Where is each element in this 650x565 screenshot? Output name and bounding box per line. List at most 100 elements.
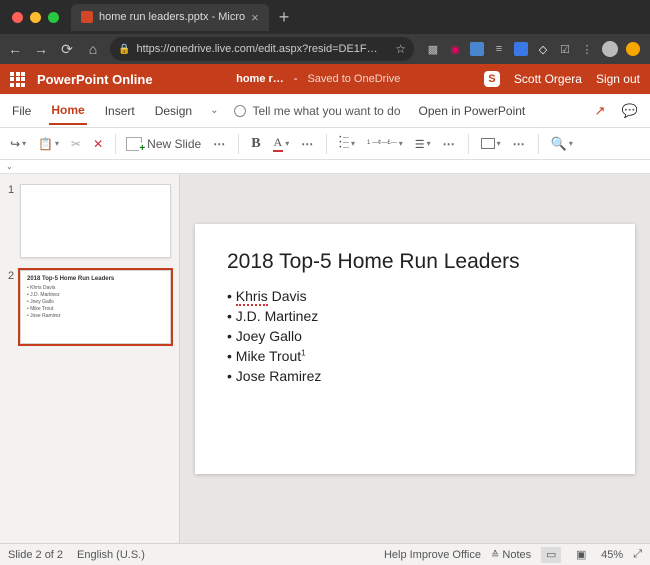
forward-icon[interactable]: → <box>32 41 50 57</box>
browser-tab[interactable]: home run leaders.pptx - Micro × <box>71 4 269 31</box>
browser-address-bar: ← → ⟳ ⌂ 🔒 https://onedrive.live.com/edit… <box>0 34 650 64</box>
separator <box>538 134 539 154</box>
ribbon-tabs: File Home Insert Design ⌄ Tell me what y… <box>0 94 650 128</box>
ext-icon[interactable]: ☑ <box>558 42 572 56</box>
sign-out-link[interactable]: Sign out <box>596 72 640 86</box>
share-icon[interactable]: ↗ <box>590 101 610 121</box>
ext-icon[interactable] <box>514 42 528 56</box>
editor-area: 1 2 2018 Top-5 Home Run Leaders • Khris … <box>0 174 650 543</box>
new-slide-icon <box>126 137 142 151</box>
powerpoint-favicon <box>81 11 93 23</box>
separator <box>326 134 327 154</box>
ext-icon[interactable]: ▩ <box>426 42 440 56</box>
extension-icons: ▩ ◉ ≡ ◇ ☑ ⋮ <box>422 41 644 57</box>
new-slide-button[interactable]: New Slide <box>126 137 201 151</box>
new-tab-button[interactable]: + <box>269 7 300 28</box>
align-button[interactable]: ▾ <box>413 135 433 153</box>
slide-thumb-2[interactable]: 2018 Top-5 Home Run Leaders • Khris Davi… <box>20 270 171 344</box>
slide-title[interactable]: 2018 Top-5 Home Run Leaders <box>227 250 603 274</box>
browser-tab-bar: home run leaders.pptx - Micro × + <box>0 0 650 34</box>
url-field[interactable]: 🔒 https://onedrive.live.com/edit.aspx?re… <box>110 37 414 61</box>
more-drawing-options[interactable]: ⋯ <box>511 135 528 153</box>
zoom-level[interactable]: 45% <box>601 549 623 561</box>
ext-icon[interactable] <box>470 42 484 56</box>
home-icon[interactable]: ⌂ <box>84 41 102 57</box>
back-icon[interactable]: ← <box>6 41 24 57</box>
window-controls[interactable] <box>4 12 67 23</box>
bullets-icon <box>339 136 349 151</box>
ext-icon[interactable]: ◇ <box>536 42 550 56</box>
skype-icon[interactable]: S <box>484 71 500 87</box>
thumb-number: 1 <box>8 184 16 258</box>
normal-view-button[interactable]: ▭ <box>541 547 561 563</box>
numbering-button[interactable]: ▾ <box>365 137 405 150</box>
url-text: https://onedrive.live.com/edit.aspx?resi… <box>136 43 389 55</box>
reload-icon[interactable]: ⟳ <box>58 41 76 58</box>
list-item[interactable]: Khris Davis <box>227 288 603 304</box>
user-name[interactable]: Scott Orgera <box>514 72 582 86</box>
tab-design[interactable]: Design <box>153 98 194 124</box>
bullets-button[interactable]: ▾ <box>337 134 357 153</box>
more-paragraph-options[interactable]: ⋯ <box>441 135 458 153</box>
profile-dot[interactable] <box>626 42 640 56</box>
close-tab-icon[interactable]: × <box>251 10 259 25</box>
list-item[interactable]: Mike Trout1 <box>227 348 603 364</box>
align-icon <box>415 137 425 151</box>
thumb-line: • Joey Gallo <box>27 299 164 306</box>
tab-home[interactable]: Home <box>49 97 86 125</box>
font-color-button[interactable]: A▾ <box>271 133 292 154</box>
lock-icon: 🔒 <box>118 44 130 55</box>
document-name[interactable]: home r… <box>236 73 284 85</box>
bold-button[interactable]: B <box>249 134 262 154</box>
more-tabs-chevron-icon[interactable]: ⌄ <box>210 105 218 116</box>
paste-button[interactable]: 📋▾ <box>36 135 61 153</box>
app-launcher-icon[interactable] <box>10 72 25 87</box>
delete-button[interactable]: ✕ <box>91 135 105 153</box>
shape-icon <box>481 138 495 149</box>
ext-icon[interactable]: ≡ <box>492 42 506 56</box>
slide-counter[interactable]: Slide 2 of 2 <box>8 549 63 561</box>
list-item[interactable]: Joey Gallo <box>227 328 603 344</box>
notes-toggle[interactable]: ≙ Notes <box>491 549 531 561</box>
slideshow-view-button[interactable]: ▣ <box>571 547 591 563</box>
sub-strip: ⌄ <box>0 160 650 174</box>
open-in-app-link[interactable]: Open in PowerPoint <box>417 98 528 124</box>
lightbulb-icon <box>234 105 246 117</box>
find-button[interactable]: 🔍▾ <box>549 134 575 154</box>
numbering-icon <box>367 141 397 146</box>
ribbon: ↩▾ 📋▾ ✂ ✕ New Slide ⋯ B A▾ ⋯ ▾ ▾ ▾ ⋯ ▾ ⋯… <box>0 128 650 160</box>
language-status[interactable]: English (U.S.) <box>77 549 145 561</box>
thumb-number: 2 <box>8 270 16 344</box>
undo-button[interactable]: ↩▾ <box>8 135 28 153</box>
fit-button[interactable]: ⤢ <box>633 548 642 561</box>
tab-file[interactable]: File <box>10 98 33 124</box>
thumb-title: 2018 Top-5 Home Run Leaders <box>27 276 164 282</box>
new-slide-label: New Slide <box>147 137 201 151</box>
app-header: PowerPoint Online home r… - Saved to One… <box>0 64 650 94</box>
ext-icon[interactable]: ◉ <box>448 42 462 56</box>
menu-icon[interactable]: ⋮ <box>580 42 594 56</box>
bookmark-icon[interactable]: ☆ <box>395 42 406 56</box>
shapes-button[interactable]: ▾ <box>479 136 503 151</box>
slide[interactable]: 2018 Top-5 Home Run Leaders Khris Davis … <box>195 224 635 474</box>
slide-thumb-1[interactable] <box>20 184 171 258</box>
list-item[interactable]: J.D. Martinez <box>227 308 603 324</box>
save-status: Saved to OneDrive <box>307 73 400 85</box>
tell-me-search[interactable]: Tell me what you want to do <box>234 104 400 118</box>
slide-canvas-area[interactable]: 2018 Top-5 Home Run Leaders Khris Davis … <box>180 174 650 543</box>
save-dash: - <box>294 73 298 85</box>
list-item[interactable]: Jose Ramirez <box>227 368 603 384</box>
separator <box>468 134 469 154</box>
cut-button[interactable]: ✂ <box>69 135 83 153</box>
tab-insert[interactable]: Insert <box>103 98 137 124</box>
slide-bullet-list[interactable]: Khris Davis J.D. Martinez Joey Gallo Mik… <box>227 288 603 384</box>
comments-icon[interactable]: 💬 <box>620 101 640 121</box>
help-improve-link[interactable]: Help Improve Office <box>384 549 481 561</box>
profile-avatar[interactable] <box>602 41 618 57</box>
more-font-options[interactable]: ⋯ <box>299 135 316 153</box>
substrip-chevron-icon[interactable]: ⌄ <box>6 162 13 171</box>
thumb-line: • J.D. Martinez <box>27 292 164 299</box>
separator <box>115 134 116 154</box>
thumb-line: • Jose Ramirez <box>27 313 164 320</box>
more-slide-options[interactable]: ⋯ <box>211 135 228 153</box>
